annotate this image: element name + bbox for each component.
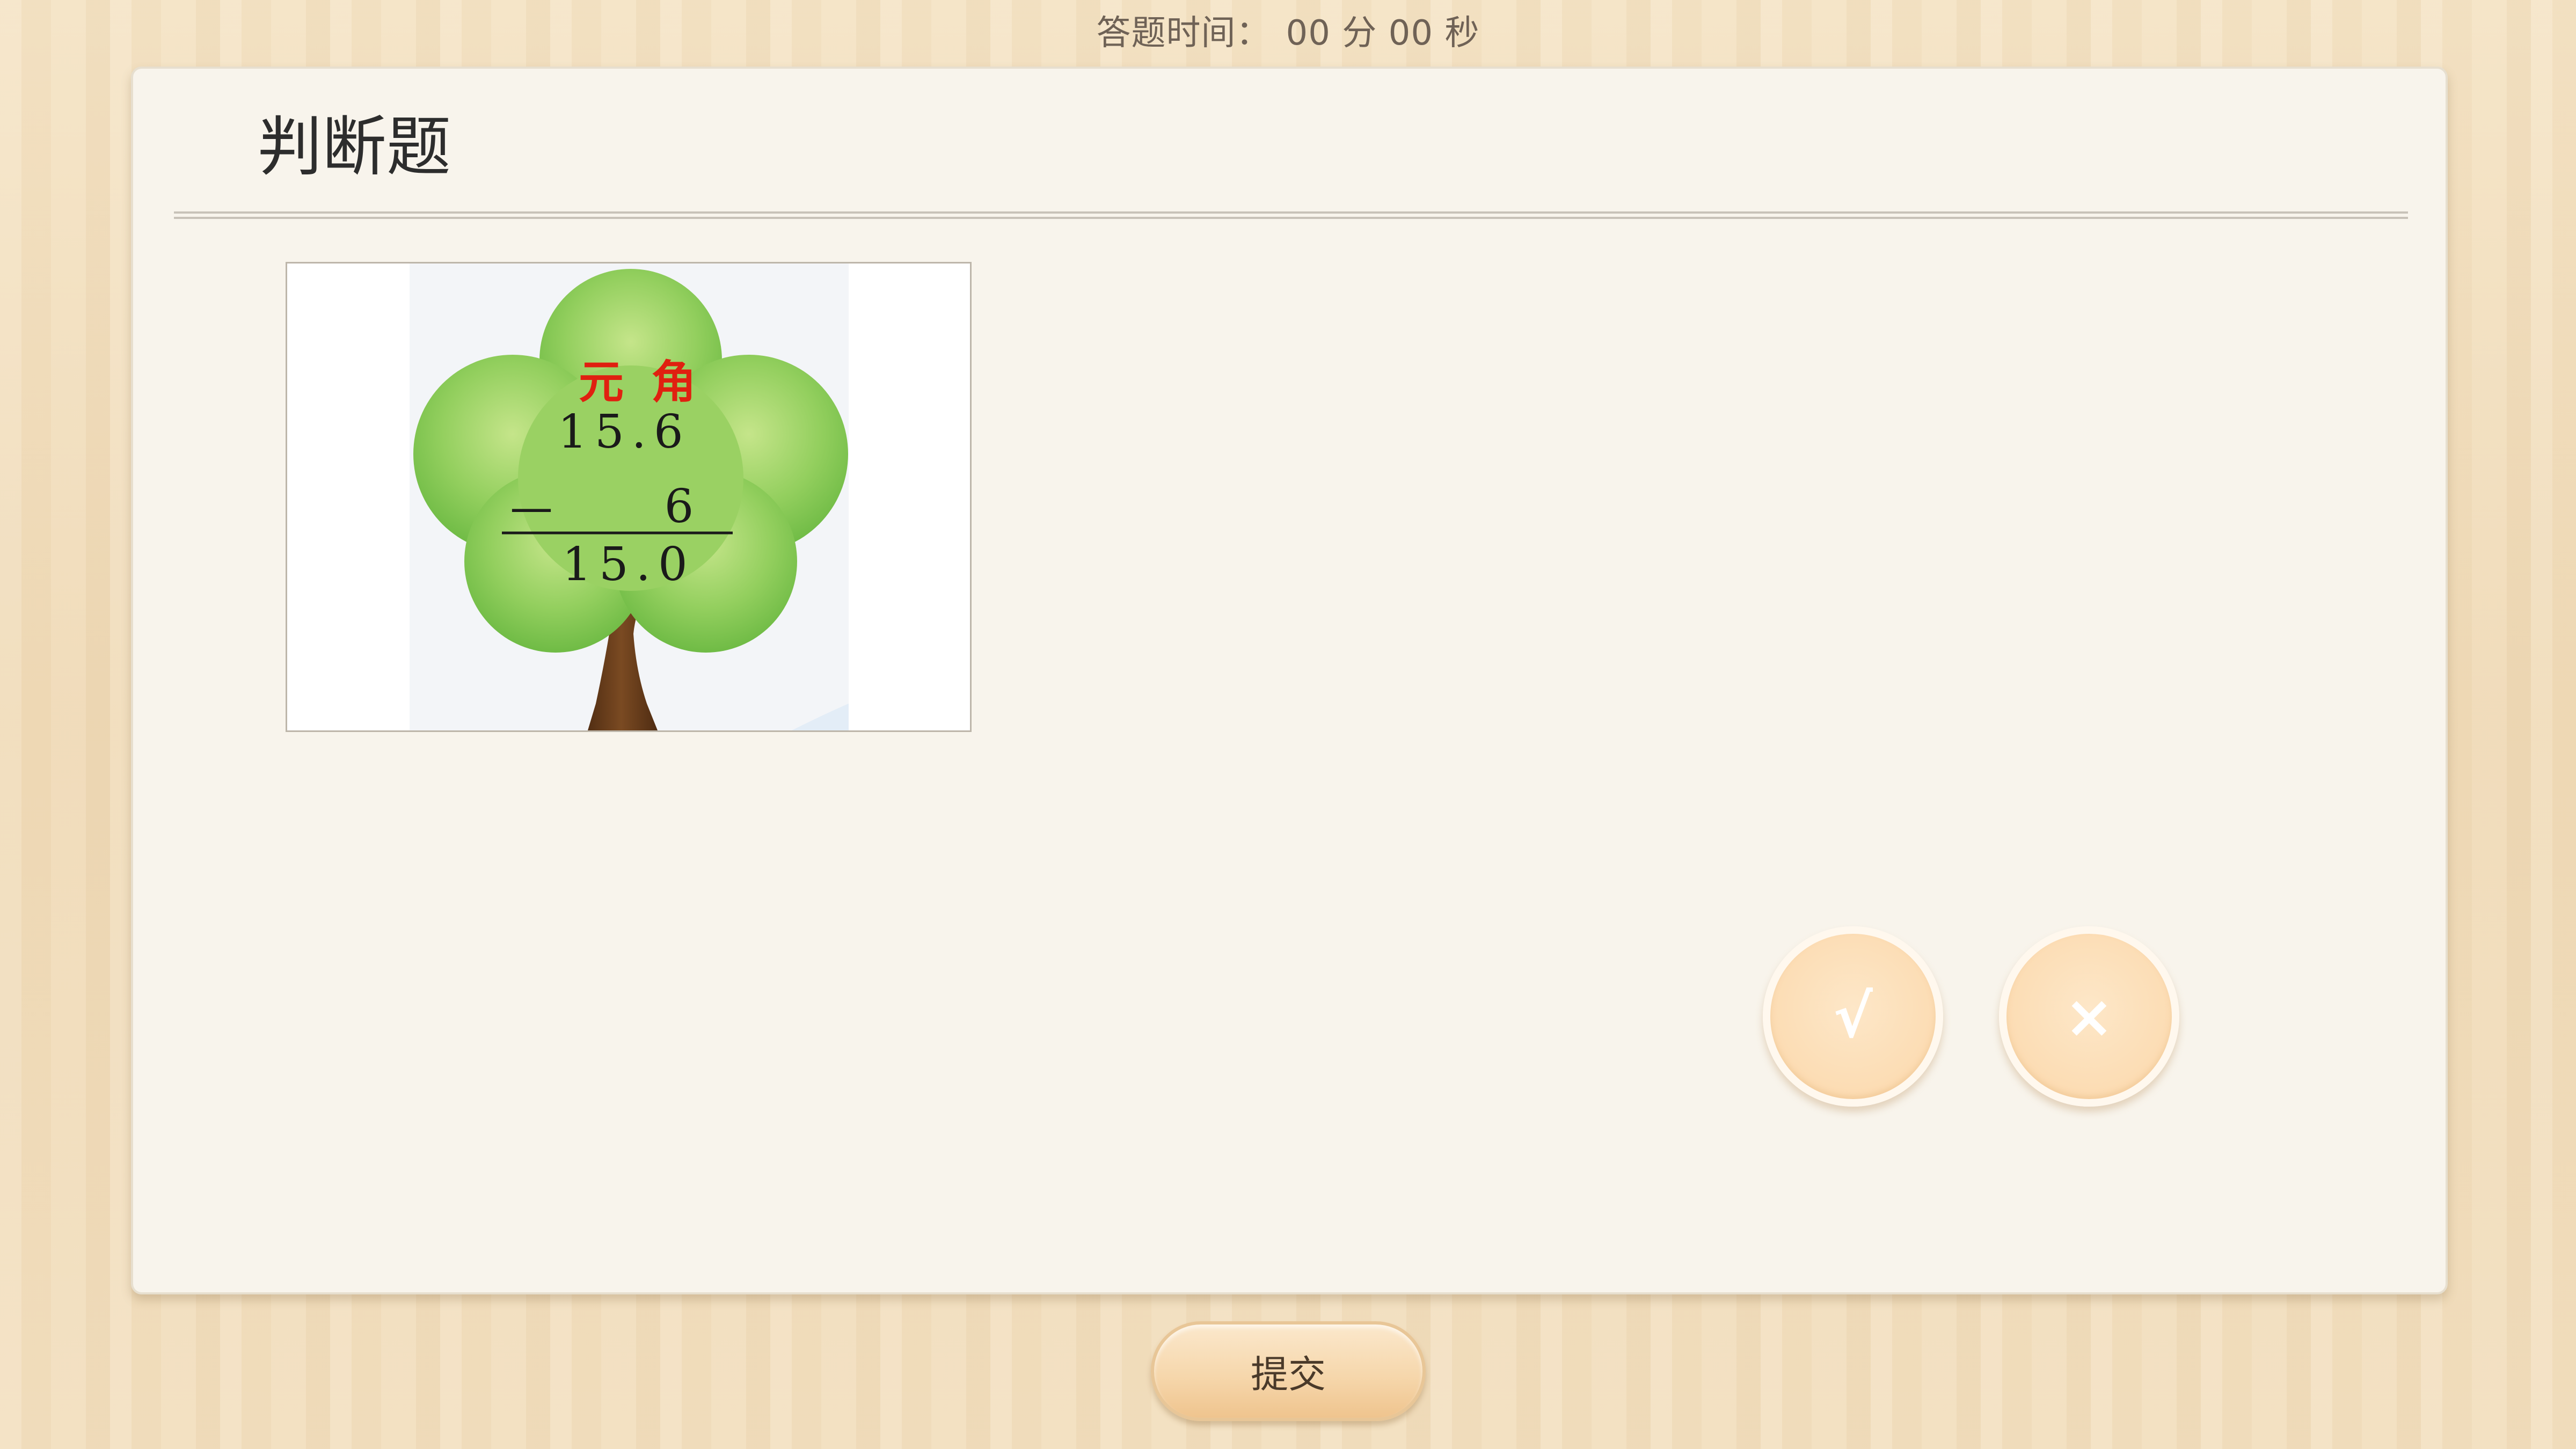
cross-icon: × — [2064, 982, 2114, 1051]
title-divider — [174, 211, 2408, 219]
question-card: 判断题 元 角 15.6 — 6 15.0 — [131, 67, 2448, 1294]
minuend: 15.6 — [558, 405, 690, 459]
false-answer-button[interactable]: × — [1999, 926, 2179, 1107]
submit-label: 提交 — [1251, 1352, 1326, 1396]
minus-sign: — — [510, 482, 553, 532]
check-icon: √ — [1833, 982, 1873, 1051]
question-image: 元 角 15.6 — 6 15.0 — [286, 262, 972, 732]
question-type-title: 判断题 — [258, 110, 451, 185]
timer-seconds: 00 — [1388, 13, 1434, 53]
header-jiao: 角 — [651, 356, 696, 408]
timer-label: 答题时间： — [1096, 13, 1271, 53]
timer-minutes: 00 — [1286, 13, 1331, 53]
answer-timer: 答题时间： 00 分 00 秒 — [0, 8, 2576, 59]
subtrahend: 6 — [665, 480, 694, 533]
submit-button[interactable]: 提交 — [1151, 1321, 1426, 1421]
true-answer-button[interactable]: √ — [1763, 926, 1943, 1107]
timer-minutes-unit: 分 — [1342, 13, 1377, 53]
tree-illustration-icon: 元 角 15.6 — 6 15.0 — [410, 264, 849, 730]
timer-seconds-unit: 秒 — [1444, 13, 1480, 53]
header-yuan: 元 — [579, 356, 624, 408]
difference: 15.0 — [562, 538, 695, 591]
